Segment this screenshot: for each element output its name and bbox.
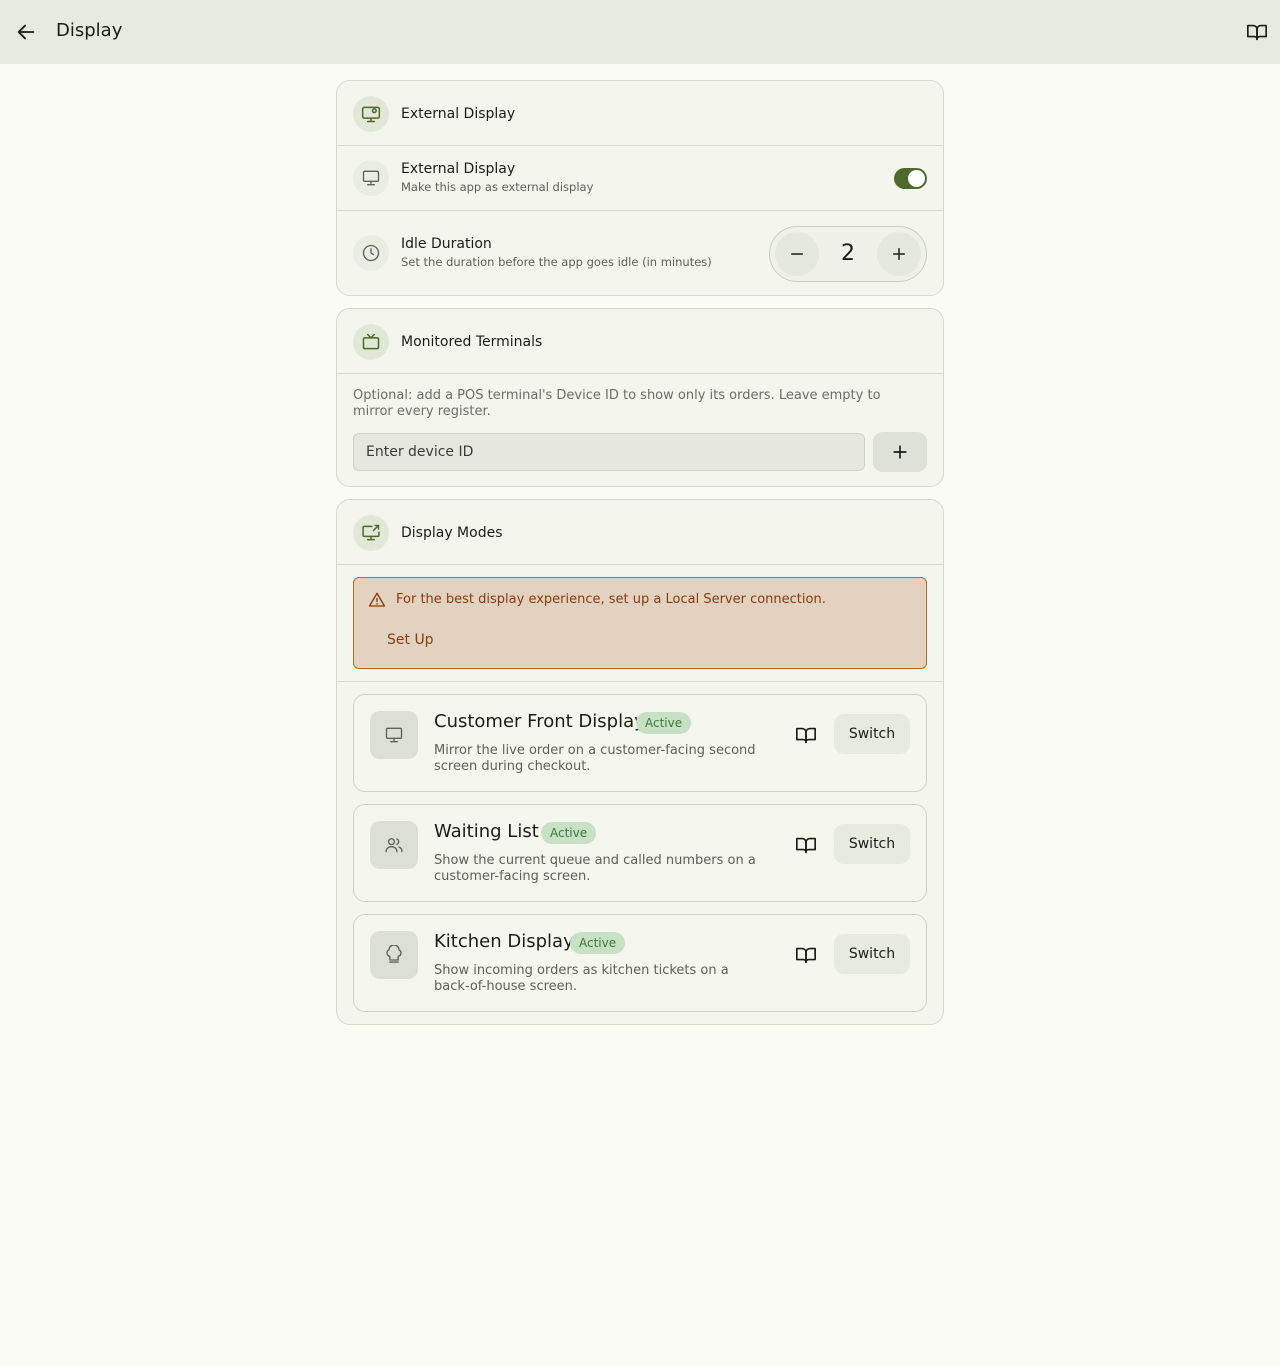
row-subtitle: Make this app as external display — [401, 180, 594, 194]
monitored-terminals-header: Monitored Terminals — [337, 309, 943, 374]
warning-text: For the best display experience, set up … — [396, 592, 826, 607]
screen-share-icon — [353, 515, 389, 551]
docs-button[interactable] — [1244, 19, 1270, 45]
mode-docs-button[interactable] — [794, 833, 818, 857]
external-display-header: External Display — [337, 81, 943, 146]
status-badge: Active — [541, 822, 597, 844]
mode-description: Mirror the live order on a customer-faci… — [434, 743, 756, 774]
book-icon — [1247, 24, 1267, 41]
mode-docs-button[interactable] — [794, 723, 818, 747]
section-title: External Display — [401, 106, 516, 122]
idle-duration-value: 2 — [841, 241, 855, 266]
monitor-settings-icon — [353, 96, 389, 132]
mode-card-customer-front-display: Customer Front Display Active Mirror the… — [353, 694, 927, 792]
mode-card-kitchen-display: Kitchen Display Active Show incoming ord… — [353, 914, 927, 1012]
chef-hat-icon — [370, 931, 418, 979]
idle-duration-row: Idle Duration Set the duration before th… — [337, 211, 943, 295]
device-id-row: Optional: add a POS terminal's Device ID… — [337, 374, 943, 486]
back-button[interactable] — [12, 18, 40, 46]
top-app-bar: Display — [0, 0, 1280, 64]
toggle-knob — [908, 170, 925, 187]
switch-button[interactable]: Switch — [834, 824, 910, 864]
mode-title: Waiting List — [434, 821, 539, 842]
tv-icon — [353, 324, 389, 360]
book-icon — [796, 837, 816, 854]
status-badge: Active — [570, 932, 626, 954]
page-title: Display — [56, 20, 123, 41]
set-up-button[interactable]: Set Up — [387, 632, 434, 648]
book-icon — [796, 947, 816, 964]
warning-icon — [368, 592, 386, 607]
monitored-terminals-card: Monitored Terminals Optional: add a POS … — [336, 308, 944, 487]
display-modes-card: Display Modes For the best display exper… — [336, 499, 944, 1025]
arrow-left-icon — [17, 24, 35, 40]
minus-icon — [791, 253, 803, 255]
add-device-button[interactable] — [873, 432, 927, 472]
mode-card-waiting-list: Waiting List Active Show the current que… — [353, 804, 927, 902]
mode-description: Show the current queue and called number… — [434, 853, 756, 884]
local-server-warning: For the best display experience, set up … — [353, 577, 927, 669]
row-subtitle: Set the duration before the app goes idl… — [401, 255, 712, 269]
section-title: Monitored Terminals — [401, 334, 543, 350]
mode-description: Show incoming orders as kitchen tickets … — [434, 963, 729, 994]
external-display-toggle[interactable] — [894, 168, 927, 189]
monitor-icon — [370, 711, 418, 759]
plus-icon — [893, 248, 905, 260]
external-display-row: External Display Make this app as extern… — [337, 146, 943, 211]
book-icon — [796, 727, 816, 744]
display-modes-header: Display Modes — [337, 500, 943, 565]
modes-list: Customer Front Display Active Mirror the… — [337, 682, 943, 1024]
device-id-input[interactable] — [353, 433, 865, 471]
helper-text: Optional: add a POS terminal's Device ID… — [353, 388, 881, 419]
mode-title: Customer Front Display — [434, 711, 645, 732]
switch-button[interactable]: Switch — [834, 714, 910, 754]
increment-button[interactable] — [877, 232, 921, 276]
users-icon — [370, 821, 418, 869]
section-title: Display Modes — [401, 525, 503, 541]
mode-docs-button[interactable] — [794, 943, 818, 967]
monitor-icon — [353, 160, 389, 196]
status-badge: Active — [636, 712, 692, 734]
idle-duration-stepper: 2 — [769, 226, 927, 282]
plus-icon — [893, 445, 907, 459]
row-title: Idle Duration — [401, 236, 492, 252]
mode-title: Kitchen Display — [434, 931, 574, 952]
external-display-card: External Display External Display Make t… — [336, 80, 944, 296]
row-title: External Display — [401, 161, 516, 177]
clock-icon — [353, 235, 389, 271]
warning-row: For the best display experience, set up … — [337, 565, 943, 682]
switch-button[interactable]: Switch — [834, 934, 910, 974]
decrement-button[interactable] — [775, 232, 819, 276]
